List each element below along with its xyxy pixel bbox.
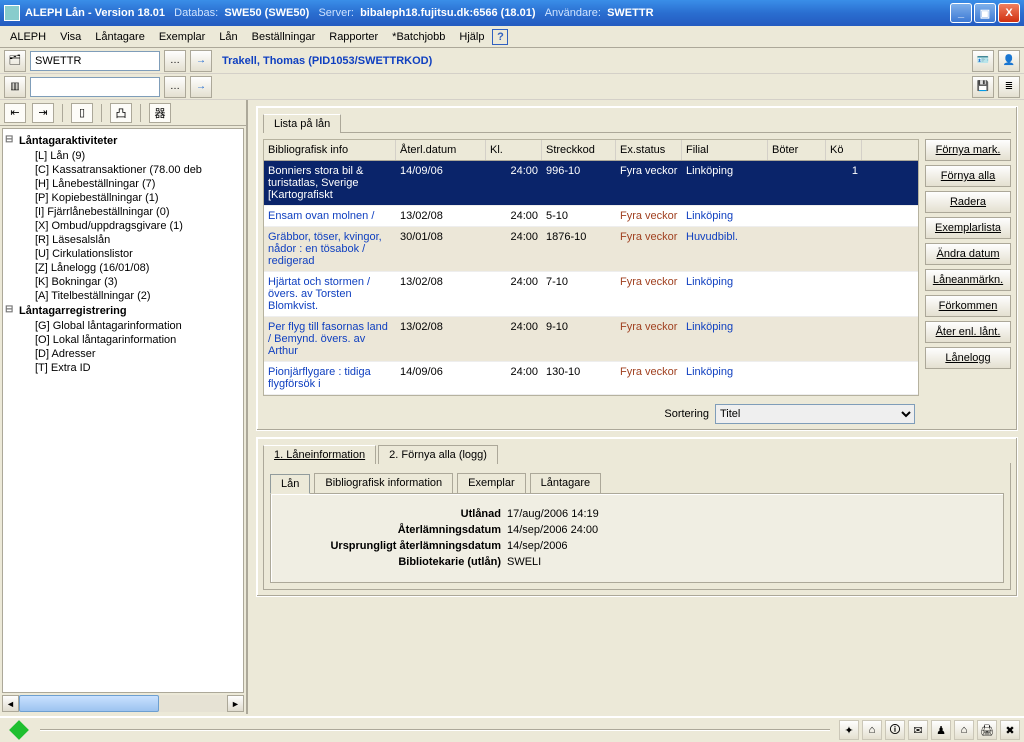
action-button[interactable]: Radera [925, 191, 1011, 213]
action-button[interactable]: Förkommen [925, 295, 1011, 317]
tree-item[interactable]: [G] Global låntagarinformation [5, 319, 241, 333]
info-tab-lantagare[interactable]: Låntagare [530, 473, 602, 493]
tree-item[interactable]: [K] Bokningar (3) [5, 275, 241, 289]
action-button[interactable]: Ändra datum [925, 243, 1011, 265]
action-button[interactable]: Åter enl. lånt. [925, 321, 1011, 343]
window-titlebar: ALEPH Lån - Version 18.01 Databas: SWE50… [0, 0, 1024, 26]
loan-list-panel: Lista på lån Bibliografisk infoÅterl.dat… [256, 106, 1018, 431]
menu-batchjobb[interactable]: *Batchjobb [386, 29, 451, 45]
table-row[interactable]: Hjärtat och stormen / övers. av Torsten … [264, 272, 918, 317]
item-go-button[interactable]: → [190, 76, 212, 98]
table-row[interactable]: Bonniers stora bil & turistatlas, Sverig… [264, 161, 918, 206]
toolbars: 🗂 … → Trakell, Thomas (PID1053/SWETTRKOD… [0, 48, 1024, 101]
app-icon [4, 5, 20, 21]
sb-icon-5[interactable]: ♟ [931, 720, 951, 740]
title-text: ALEPH Lån - Version 18.01 Databas: SWE50… [25, 7, 950, 19]
tree-item[interactable]: [P] Kopiebeställningar (1) [5, 191, 241, 205]
info-tab-exemplar[interactable]: Exemplar [457, 473, 525, 493]
tree-item[interactable]: [R] Läsesalslån [5, 233, 241, 247]
sb-icon-6[interactable]: ⌂ [954, 720, 974, 740]
nav-tabs: ⇤ ⇥ ▯ 凸 器 [0, 100, 246, 126]
action-button[interactable]: Förnya alla [925, 165, 1011, 187]
tree-item[interactable]: [L] Lån (9) [5, 149, 241, 163]
info-tab-lan[interactable]: Lån [270, 474, 310, 494]
lookup-button[interactable]: … [164, 50, 186, 72]
save-icon[interactable]: 💾 [972, 76, 994, 98]
loan-grid[interactable]: Bibliografisk infoÅterl.datumKl. Streckk… [263, 139, 919, 396]
tab-loan-list[interactable]: Lista på lån [263, 114, 341, 133]
sb-icon-1[interactable]: ✦ [839, 720, 859, 740]
sb-icon-2[interactable]: ⌂ [862, 720, 882, 740]
item-icon[interactable]: ▥ [4, 76, 26, 98]
maximize-button[interactable]: ▣ [974, 3, 996, 23]
menu-bestallningar[interactable]: Beställningar [246, 29, 322, 45]
nav-tab-1[interactable]: ⇤ [4, 103, 26, 123]
sb-icon-3[interactable]: 🛈 [885, 720, 905, 740]
action-buttons: Förnya mark. Förnya alla Radera Exemplarlis… [925, 139, 1011, 396]
item-lookup-button[interactable]: … [164, 76, 186, 98]
table-row[interactable]: Per flyg till fasornas land / Bemynd. öv… [264, 317, 918, 362]
menu-bar: ALEPH Visa Låntagare Exemplar Lån Bestäl… [0, 26, 1024, 48]
menu-aleph[interactable]: ALEPH [4, 29, 52, 45]
nav-tree[interactable]: Låntagaraktiviteter [L] Lån (9)[C] Kassa… [2, 128, 244, 693]
sb-icon-7[interactable]: 🖨 [977, 720, 997, 740]
action-button[interactable]: Lånelogg [925, 347, 1011, 369]
go-button[interactable]: → [190, 50, 212, 72]
sb-icon-8[interactable]: ✖ [1000, 720, 1020, 740]
patron-icon[interactable]: 🗂 [4, 50, 26, 72]
nav-tab-2[interactable]: ⇥ [32, 103, 54, 123]
action-button[interactable]: Låneanmärkn. [925, 269, 1011, 291]
info-tab-biblio[interactable]: Bibliografisk information [314, 473, 453, 493]
status-indicator-icon [9, 720, 29, 740]
tree-item[interactable]: [H] Lånebeställningar (7) [5, 177, 241, 191]
action-button[interactable]: Exemplarlista [925, 217, 1011, 239]
table-row[interactable]: Gräbbor, töser, kvingor, nådor : en tösa… [264, 227, 918, 272]
tree-item[interactable]: [Z] Lånelogg (16/01/08) [5, 261, 241, 275]
tree-item[interactable]: [D] Adresser [5, 347, 241, 361]
menu-lan[interactable]: Lån [213, 29, 243, 45]
sb-icon-4[interactable]: ✉ [908, 720, 928, 740]
minimize-button[interactable]: _ [950, 3, 972, 23]
tree-item[interactable]: [O] Lokal låntagarinformation [5, 333, 241, 347]
help-icon[interactable]: ? [492, 29, 508, 45]
table-row[interactable]: Ensam ovan molnen /13/02/0824:005-10Fyra… [264, 206, 918, 227]
sort-label: Sortering [664, 408, 709, 420]
menu-hjalp[interactable]: Hjälp [453, 29, 490, 45]
tree-item[interactable]: [X] Ombud/uppdragsgivare (1) [5, 219, 241, 233]
patron-name: Trakell, Thomas (PID1053/SWETTRKOD) [216, 55, 432, 67]
tree-item[interactable]: [U] Cirkulationslistor [5, 247, 241, 261]
tab-renew-log[interactable]: 2. Förnya alla (logg) [378, 445, 498, 464]
list-icon[interactable]: ≣ [998, 76, 1020, 98]
tool-card-icon[interactable]: 🪪 [972, 50, 994, 72]
patron-code-input[interactable] [30, 51, 160, 71]
details-panel: 1. Låneinformation 2. Förnya alla (logg)… [256, 437, 1018, 597]
table-row[interactable]: Pionjärflygare : tidiga flygförsök i14/0… [264, 362, 918, 395]
tree-hscroll[interactable]: ◄► [2, 695, 244, 712]
item-input[interactable] [30, 77, 160, 97]
info-content: Utlånad17/aug/2006 14:19 Återlämningsdat… [270, 493, 1004, 583]
menu-rapporter[interactable]: Rapporter [323, 29, 384, 45]
nav-tab-5[interactable]: 器 [149, 103, 171, 123]
tool-profile-icon[interactable]: 👤 [998, 50, 1020, 72]
tree-item[interactable]: [I] Fjärrlånebeställningar (0) [5, 205, 241, 219]
close-button[interactable]: X [998, 3, 1020, 23]
action-button[interactable]: Förnya mark. [925, 139, 1011, 161]
tree-registration[interactable]: Låntagarregistrering [5, 303, 241, 319]
status-bar: ✦ ⌂ 🛈 ✉ ♟ ⌂ 🖨 ✖ [0, 716, 1024, 742]
tree-item[interactable]: [A] Titelbeställningar (2) [5, 289, 241, 303]
menu-lantagare[interactable]: Låntagare [89, 29, 151, 45]
nav-pane: ⇤ ⇥ ▯ 凸 器 Låntagaraktiviteter [L] Lån (9… [0, 100, 248, 714]
tree-item[interactable]: [T] Extra ID [5, 361, 241, 375]
sort-select[interactable]: Titel [715, 404, 915, 424]
tab-loan-info[interactable]: 1. Låneinformation [263, 445, 376, 464]
menu-visa[interactable]: Visa [54, 29, 87, 45]
tree-item[interactable]: [C] Kassatransaktioner (78.00 deb [5, 163, 241, 177]
grid-header: Bibliografisk infoÅterl.datumKl. Streckk… [264, 140, 918, 161]
nav-tab-4[interactable]: 凸 [110, 103, 132, 123]
tree-activities[interactable]: Låntagaraktiviteter [5, 133, 241, 149]
nav-tab-3[interactable]: ▯ [71, 103, 93, 123]
menu-exemplar[interactable]: Exemplar [153, 29, 211, 45]
